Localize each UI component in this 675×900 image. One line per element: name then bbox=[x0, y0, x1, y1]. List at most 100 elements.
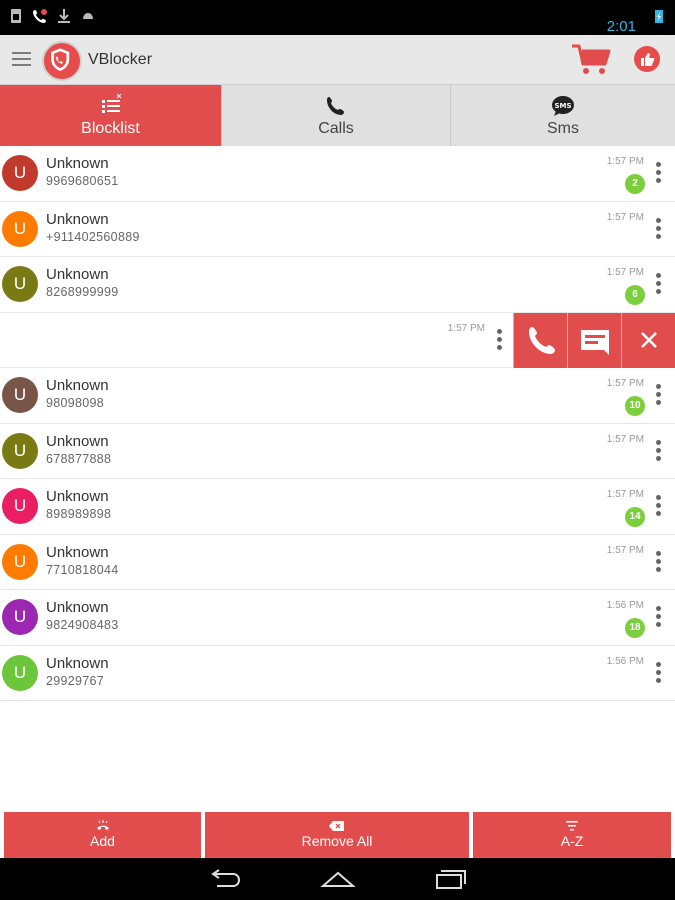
home-icon[interactable] bbox=[320, 868, 356, 890]
add-label: Add bbox=[90, 833, 115, 849]
add-button[interactable]: Add bbox=[4, 812, 201, 858]
more-vert-icon[interactable] bbox=[656, 217, 662, 240]
count-badge: 18 bbox=[625, 618, 645, 638]
item-time: 1:56 PM bbox=[606, 655, 644, 667]
contact-number: +911402560889 bbox=[46, 229, 140, 244]
call-button[interactable] bbox=[513, 312, 567, 368]
cart-button[interactable] bbox=[570, 43, 612, 77]
sort-label: A-Z bbox=[560, 833, 584, 849]
avatar: U bbox=[2, 210, 38, 247]
more-vert-icon[interactable] bbox=[656, 606, 662, 628]
svg-text:SMS: SMS bbox=[554, 102, 571, 110]
tab-label: Blocklist bbox=[81, 120, 140, 137]
status-system: 2:01 bbox=[607, 8, 667, 35]
more-vert-icon[interactable] bbox=[656, 495, 662, 517]
list-item[interactable]: U Unknown 9969680651 1:57 PM 2 bbox=[0, 146, 675, 202]
blocklist-list: U Unknown 9969680651 1:57 PM 2 U Unknown… bbox=[0, 146, 675, 701]
avatar: U bbox=[2, 266, 38, 302]
list-item[interactable]: U Unknown 7710818044 1:57 PM bbox=[0, 534, 675, 590]
contact-number: 98098098 bbox=[46, 396, 105, 410]
avatar: U bbox=[2, 488, 38, 524]
list-item[interactable]: U Unknown 898989898 1:57 PM 14 bbox=[0, 479, 675, 535]
list-item[interactable]: U Unknown +911402560889 1:57 PM bbox=[0, 201, 675, 257]
sort-button[interactable]: A-Z bbox=[473, 812, 671, 858]
contact-number: 9969680651 bbox=[46, 174, 119, 188]
item-time: 1:56 PM bbox=[606, 600, 644, 611]
battery-charging-icon bbox=[655, 10, 663, 23]
contact-number: 8268999999 bbox=[46, 285, 119, 299]
contact-name: Unknown bbox=[46, 155, 109, 172]
backspace-icon bbox=[329, 821, 344, 831]
hamburger-icon[interactable] bbox=[12, 52, 31, 68]
contact-number: 9824908483 bbox=[46, 618, 119, 632]
blocked-call-icon bbox=[33, 9, 47, 23]
more-vert-icon[interactable] bbox=[656, 162, 662, 184]
list-item[interactable]: U Unknown 8268999999 1:57 PM 6 bbox=[0, 257, 675, 313]
count-badge: 2 bbox=[625, 174, 645, 194]
add-blocked-icon bbox=[96, 820, 109, 830]
tab-label: Sms bbox=[547, 120, 579, 137]
bottom-action-bar: Add Remove All A-Z bbox=[0, 812, 675, 858]
tab-bar: Blocklist Calls SMS Sms bbox=[0, 85, 675, 146]
contact-name: Unknown bbox=[46, 599, 109, 616]
message-button[interactable] bbox=[567, 312, 621, 368]
list-item[interactable]: U Unknown 9824908483 1:56 PM 18 bbox=[0, 590, 675, 646]
tab-calls[interactable]: Calls bbox=[222, 85, 451, 146]
list-item[interactable]: U Unknown 29929767 1:56 PM bbox=[0, 645, 675, 701]
more-vert-icon[interactable] bbox=[656, 273, 662, 295]
count-badge: 10 bbox=[625, 396, 645, 416]
item-time: 1:57 PM bbox=[606, 267, 644, 278]
avatar: U bbox=[2, 543, 38, 580]
more-vert-icon[interactable] bbox=[497, 328, 503, 351]
remove-all-button[interactable]: Remove All bbox=[205, 812, 469, 858]
list-item[interactable]: U Unknown 98098098 1:57 PM 10 bbox=[0, 368, 675, 424]
sms-icon: SMS bbox=[552, 96, 574, 116]
contact-number: 678877888 bbox=[46, 451, 112, 466]
more-vert-icon[interactable] bbox=[656, 384, 662, 406]
navigation-bar bbox=[0, 858, 675, 900]
list-item[interactable]: U Unknown 678877888 1:57 PM bbox=[0, 423, 675, 479]
contact-name: Unknown bbox=[46, 266, 109, 283]
remove-all-label: Remove All bbox=[301, 833, 373, 849]
message-icon bbox=[581, 329, 609, 355]
like-button[interactable] bbox=[634, 46, 660, 72]
contact-number: 29929767 bbox=[46, 673, 105, 688]
android-icon bbox=[83, 13, 93, 19]
blocklist-icon bbox=[101, 94, 121, 113]
tab-sms[interactable]: SMS Sms bbox=[451, 85, 675, 146]
swipe-actions bbox=[513, 312, 675, 368]
tab-blocklist[interactable]: Blocklist bbox=[0, 85, 222, 146]
filter-icon bbox=[566, 821, 578, 831]
item-time: 1:57 PM bbox=[447, 322, 485, 334]
status-time: 2:01 bbox=[606, 18, 636, 35]
contact-name: Unknown bbox=[46, 377, 109, 394]
avatar: U bbox=[2, 155, 38, 191]
item-time: 1:57 PM bbox=[606, 211, 644, 223]
phone-icon bbox=[327, 97, 344, 115]
more-vert-icon[interactable] bbox=[656, 550, 662, 573]
status-notifications bbox=[8, 8, 96, 24]
back-icon[interactable] bbox=[207, 868, 243, 890]
avatar: U bbox=[2, 599, 38, 635]
sim-icon bbox=[11, 9, 21, 23]
item-time: 1:57 PM bbox=[606, 544, 644, 556]
more-vert-icon[interactable] bbox=[656, 661, 662, 684]
cart-icon bbox=[572, 44, 611, 74]
close-icon bbox=[641, 331, 657, 348]
tab-label: Calls bbox=[318, 120, 354, 137]
more-vert-icon[interactable] bbox=[656, 439, 662, 462]
contact-name: Unknown bbox=[46, 432, 109, 450]
recents-icon[interactable] bbox=[433, 868, 469, 890]
item-time: 1:57 PM bbox=[606, 433, 644, 445]
count-badge: 6 bbox=[625, 285, 645, 305]
app-title: VBlocker bbox=[88, 51, 153, 68]
close-button[interactable] bbox=[621, 312, 675, 368]
app-bar: VBlocker bbox=[0, 35, 675, 85]
item-time: 1:57 PM bbox=[606, 378, 644, 389]
status-bar: 2:01 bbox=[0, 0, 675, 35]
item-time: 1:57 PM bbox=[606, 489, 644, 500]
contact-number: 7710818044 bbox=[46, 562, 119, 577]
avatar: U bbox=[2, 377, 38, 413]
list-item-swiped[interactable]: 1:57 PM bbox=[0, 312, 675, 368]
contact-name: Unknown bbox=[46, 543, 109, 561]
